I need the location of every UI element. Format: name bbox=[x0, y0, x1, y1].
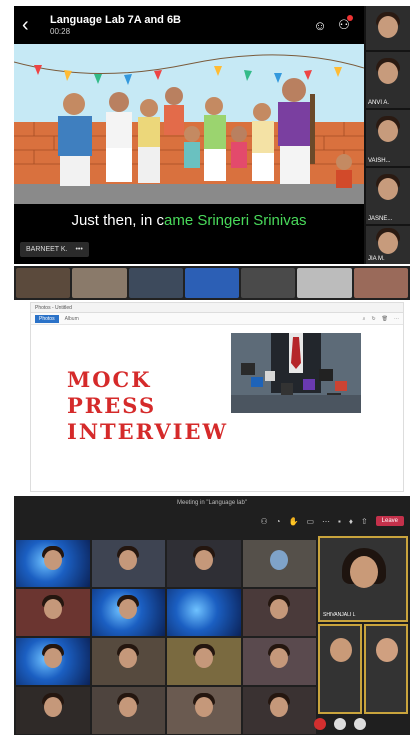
participant-avatar bbox=[378, 16, 398, 38]
participant-tile[interactable] bbox=[242, 638, 316, 685]
share-icon[interactable]: ▭ bbox=[306, 517, 314, 526]
participant-tile[interactable] bbox=[167, 687, 241, 734]
video-call-panel: ‹ Language Lab 7A and 6B 00:28 ☺ ⚇ Just … bbox=[14, 6, 410, 264]
press-microphones-image bbox=[231, 333, 361, 413]
participant-tile[interactable] bbox=[167, 638, 241, 685]
viewer-toolbar: Photos Album ⌕ ↻ 🗑 ⋯ bbox=[31, 313, 403, 325]
video-thumbnail[interactable] bbox=[184, 268, 240, 298]
participant-tile[interactable]: JIA M. bbox=[366, 226, 410, 264]
thumbnail-strip bbox=[14, 266, 410, 300]
participant-grid bbox=[16, 540, 316, 734]
delete-icon[interactable]: 🗑 bbox=[382, 316, 388, 322]
notification-dot bbox=[347, 15, 353, 21]
shared-video: ‹ Language Lab 7A and 6B 00:28 ☺ ⚇ Just … bbox=[14, 6, 364, 264]
raise-hand-icon[interactable]: ✋ bbox=[288, 517, 298, 526]
speaker-name-tag[interactable]: BARNEET K. ••• bbox=[20, 242, 89, 257]
call-title: Language Lab 7A and 6B bbox=[50, 14, 182, 26]
spotlight-tile[interactable]: SHIVANJALI L bbox=[318, 536, 408, 622]
more-icon[interactable]: ⋯ bbox=[394, 316, 399, 322]
participant-column: ANVI A. VAISH... JASNE... JIA M. bbox=[366, 6, 410, 264]
spotlight-tile[interactable] bbox=[364, 624, 408, 714]
subtitle-highlight: ame Sringeri Srinivas bbox=[164, 212, 307, 229]
participant-tile[interactable]: VAISH... bbox=[366, 110, 410, 166]
participant-name: JIA M. bbox=[368, 256, 385, 262]
participant-tile[interactable]: JASNE... bbox=[366, 168, 410, 224]
participant-name: JASNE... bbox=[368, 216, 393, 222]
mic-icon[interactable]: ♦ bbox=[349, 517, 353, 526]
participant-tile[interactable] bbox=[91, 638, 165, 685]
more-icon[interactable]: ⋯ bbox=[322, 517, 330, 526]
participant-tile[interactable] bbox=[16, 589, 90, 636]
end-call-icon[interactable] bbox=[314, 718, 326, 730]
zoom-icon[interactable]: ⌕ bbox=[363, 316, 366, 322]
call-timer: 00:28 bbox=[50, 27, 71, 36]
participant-tile[interactable] bbox=[242, 540, 316, 587]
slide-heading: MOCK PRESS INTERVIEW bbox=[67, 367, 228, 445]
participant-tile[interactable] bbox=[91, 687, 165, 734]
video-subtitle: Just then, in came Sringeri Srinivas bbox=[14, 204, 364, 238]
cartoon-illustration bbox=[14, 44, 364, 204]
speaker-name: BARNEET K. bbox=[26, 246, 68, 253]
share-screen-icon[interactable]: ⇧ bbox=[361, 517, 368, 526]
back-icon[interactable]: ‹ bbox=[22, 14, 44, 37]
heading-line: INTERVIEW bbox=[67, 419, 229, 444]
participants-icon[interactable]: ⚇ bbox=[332, 15, 356, 33]
call-controls bbox=[314, 718, 366, 730]
chat-icon[interactable]: ◔ bbox=[276, 517, 281, 526]
participant-tile[interactable] bbox=[91, 540, 165, 587]
chat-icon[interactable]: ☺ bbox=[308, 18, 332, 33]
meeting-gallery-window: Meeting in "Language lab" ⚇ ◔ ✋ ▭ ⋯ ▪ ♦ … bbox=[14, 496, 410, 735]
rotate-icon[interactable]: ↻ bbox=[371, 316, 375, 322]
video-thumbnail[interactable] bbox=[241, 268, 296, 298]
video-thumbnail[interactable] bbox=[128, 268, 183, 298]
slide-window: Photos - Untitled Photos Album ⌕ ↻ 🗑 ⋯ M… bbox=[30, 302, 404, 492]
toolbar-photos[interactable]: Photos bbox=[35, 314, 59, 323]
participant-tile[interactable] bbox=[16, 540, 90, 587]
window-tab[interactable]: Photos - Untitled bbox=[31, 303, 403, 313]
participant-name: ANVI A. bbox=[368, 100, 390, 106]
participant-tile[interactable] bbox=[16, 687, 90, 734]
settings-icon[interactable] bbox=[354, 718, 366, 730]
participant-tile[interactable] bbox=[167, 589, 241, 636]
video-thumbnail[interactable] bbox=[297, 268, 352, 298]
participant-tile[interactable] bbox=[167, 540, 241, 587]
subtitle-text: Just then, in c bbox=[71, 212, 164, 229]
participant-tile[interactable] bbox=[16, 638, 90, 685]
meeting-toolbar: ⚇ ◔ ✋ ▭ ⋯ ▪ ♦ ⇧ Leave bbox=[14, 510, 410, 532]
heading-line: MOCK bbox=[67, 367, 152, 392]
video-thumbnail[interactable] bbox=[16, 268, 71, 298]
participant-name: VAISH... bbox=[368, 158, 391, 164]
toolbar-album[interactable]: Album bbox=[65, 316, 79, 322]
more-options-icon[interactable]: ••• bbox=[75, 246, 82, 253]
participant-tile[interactable] bbox=[242, 589, 316, 636]
meeting-title: Meeting in "Language lab" bbox=[177, 500, 247, 506]
spotlight-name: SHIVANJALI L bbox=[323, 612, 356, 618]
participant-tile[interactable] bbox=[242, 687, 316, 734]
mute-icon[interactable] bbox=[334, 718, 346, 730]
call-header: ‹ Language Lab 7A and 6B 00:28 ☺ ⚇ bbox=[14, 6, 364, 44]
participant-tile[interactable] bbox=[366, 6, 410, 50]
video-thumbnail[interactable] bbox=[72, 268, 127, 298]
leave-button[interactable]: Leave bbox=[375, 516, 404, 526]
camera-icon[interactable]: ▪ bbox=[338, 517, 341, 526]
spotlight-tile[interactable] bbox=[318, 624, 362, 714]
cartoon-scene bbox=[14, 44, 364, 204]
participant-tile[interactable] bbox=[91, 589, 165, 636]
participants-icon[interactable]: ⚇ bbox=[260, 517, 267, 526]
participant-tile[interactable]: ANVI A. bbox=[366, 52, 410, 108]
heading-line: PRESS bbox=[67, 393, 157, 418]
video-thumbnail[interactable] bbox=[353, 268, 408, 298]
